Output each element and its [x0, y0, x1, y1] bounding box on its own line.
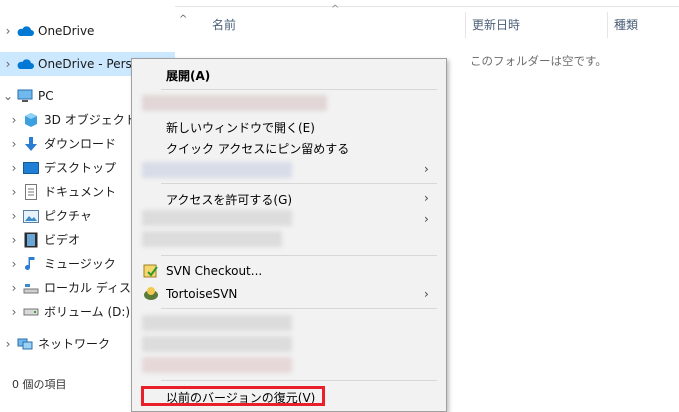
nav-label: ビデオ	[44, 233, 81, 247]
chevron-down-icon[interactable]: ⌄	[0, 84, 16, 108]
column-header-bar: ^ 名前 更新日時 種類	[193, 4, 679, 40]
nav-label: PC	[38, 89, 54, 103]
chevron-right-icon[interactable]: ›	[6, 252, 22, 276]
network-icon	[16, 336, 34, 352]
cube-icon	[22, 112, 40, 128]
submenu-arrow-icon: ›	[424, 191, 429, 205]
menu-item-open-new-window[interactable]: 新しいウィンドウで開く(E)	[166, 119, 315, 136]
redacted-menu-item	[142, 95, 327, 111]
menu-separator	[161, 308, 437, 309]
column-header-modified[interactable]: 更新日時	[472, 16, 520, 33]
redacted-menu-item	[142, 231, 282, 247]
chevron-right-icon[interactable]: ›	[0, 52, 16, 76]
column-divider[interactable]	[607, 12, 608, 38]
redacted-menu-item	[142, 336, 292, 352]
chevron-right-icon[interactable]: ›	[6, 108, 22, 132]
menu-separator	[161, 255, 437, 256]
nav-label: 3D オブジェクト	[44, 113, 137, 127]
nav-label: デスクトップ	[44, 161, 117, 175]
drive-icon	[22, 304, 40, 320]
chevron-right-icon[interactable]: ›	[6, 276, 22, 300]
sort-ascending-icon: ^	[331, 4, 340, 15]
pc-icon	[16, 88, 34, 104]
nav-label: ダウンロード	[44, 137, 117, 151]
nav-label: ネットワーク	[38, 337, 111, 351]
drive-icon	[22, 280, 40, 296]
download-icon	[22, 136, 40, 152]
chevron-right-icon[interactable]: ›	[6, 180, 22, 204]
redacted-menu-item	[142, 315, 292, 331]
picture-icon	[22, 208, 40, 224]
nav-label: OneDrive	[38, 24, 95, 38]
menu-separator	[161, 89, 437, 90]
document-icon	[22, 184, 40, 200]
submenu-arrow-icon: ›	[424, 162, 429, 176]
menu-item-tortoise-svn[interactable]: TortoiseSVN	[166, 287, 237, 301]
nav-label: OneDrive - Perso	[38, 57, 140, 71]
status-item-count: 0 個の項目	[12, 378, 67, 391]
chevron-right-icon[interactable]: ›	[6, 156, 22, 180]
empty-folder-message: このフォルダーは空です。	[470, 54, 607, 68]
redacted-menu-item	[142, 210, 292, 226]
menu-separator	[161, 380, 437, 381]
chevron-right-icon[interactable]: ›	[0, 332, 16, 356]
menu-item-pin-quick-access[interactable]: クイック アクセスにピン留めする	[166, 140, 349, 157]
nav-label: ピクチャ	[44, 209, 92, 223]
redacted-menu-item	[142, 357, 292, 373]
menu-item-give-access[interactable]: アクセスを許可する(G)	[166, 191, 292, 208]
redacted-menu-item	[142, 162, 292, 178]
video-icon	[22, 232, 40, 248]
nav-label: ミュージック	[44, 257, 116, 271]
highlight-annotation-box	[141, 386, 325, 406]
chevron-right-icon[interactable]: ›	[6, 132, 22, 156]
cloud-icon	[16, 23, 34, 39]
menu-item-svn-checkout[interactable]: SVN Checkout...	[166, 264, 262, 278]
chevron-right-icon[interactable]: ›	[6, 300, 22, 324]
submenu-arrow-icon: ›	[424, 287, 429, 301]
nav-label: ボリューム (D:)	[44, 305, 131, 319]
nav-label: ドキュメント	[44, 185, 117, 199]
chevron-right-icon[interactable]: ›	[6, 204, 22, 228]
chevron-right-icon[interactable]: ›	[6, 228, 22, 252]
music-icon	[22, 256, 40, 272]
cloud-icon	[16, 56, 34, 72]
menu-item-expand[interactable]: 展開(A)	[166, 67, 210, 84]
column-divider[interactable]	[465, 12, 466, 38]
column-header-type[interactable]: 種類	[614, 16, 638, 33]
top-strip	[96, 0, 679, 7]
scroll-up-icon[interactable]: ^	[179, 14, 187, 25]
desktop-icon	[22, 160, 40, 176]
svn-checkout-icon	[142, 262, 160, 280]
submenu-arrow-icon: ›	[424, 212, 429, 226]
menu-separator	[161, 183, 437, 184]
context-menu: 展開(A) 新しいウィンドウで開く(E) クイック アクセスにピン留めする › …	[131, 58, 447, 412]
nav-item-onedrive[interactable]: › OneDrive	[0, 19, 175, 43]
column-header-name[interactable]: 名前	[212, 16, 236, 33]
chevron-right-icon[interactable]: ›	[0, 19, 16, 43]
tortoise-svn-icon	[142, 285, 160, 303]
